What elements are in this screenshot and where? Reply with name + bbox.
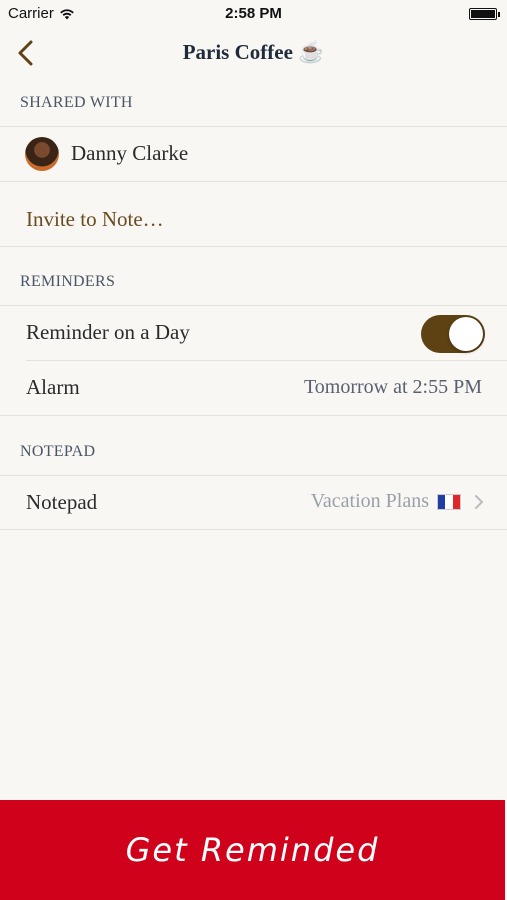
status-time: 2:58 PM <box>225 5 282 22</box>
divider <box>0 529 507 530</box>
reminder-on-day-toggle[interactable] <box>421 315 485 353</box>
notepad-header: NOTEPAD <box>20 443 96 460</box>
reminder-on-day-label: Reminder on a Day <box>26 320 190 344</box>
notepad-value-group: Vacation Plans <box>311 490 485 513</box>
invite-to-note-button[interactable]: Invite to Note… <box>0 193 507 247</box>
divider <box>0 246 507 247</box>
notepad-row[interactable]: Notepad Vacation Plans <box>0 476 507 530</box>
reminders-header: REMINDERS <box>20 273 116 290</box>
battery-icon <box>469 8 500 20</box>
get-reminded-button[interactable]: Get Reminded <box>0 800 505 900</box>
alarm-value: Tomorrow at 2:55 PM <box>303 376 482 398</box>
notepad-label: Notepad <box>26 490 98 514</box>
get-reminded-label: Get Reminded <box>125 831 380 869</box>
page-title: Paris Coffee ☕ <box>182 40 325 64</box>
navigation-bar: Paris Coffee ☕ <box>0 28 507 80</box>
shared-person-row[interactable]: Danny Clarke <box>0 127 507 181</box>
divider <box>0 415 507 416</box>
status-bar: Carrier 2:58 PM <box>0 0 507 28</box>
toggle-knob <box>449 317 483 351</box>
avatar <box>25 137 59 171</box>
france-flag-icon <box>437 493 461 510</box>
shared-with-header: SHARED WITH <box>20 94 133 111</box>
chevron-right-icon <box>475 494 483 509</box>
alarm-label: Alarm <box>26 375 80 399</box>
invite-label: Invite to Note… <box>26 207 164 231</box>
notepad-value: Vacation Plans <box>310 490 429 512</box>
reminder-on-day-row: Reminder on a Day <box>0 306 507 360</box>
divider <box>0 181 507 182</box>
shared-person-name: Danny Clarke <box>71 141 189 165</box>
alarm-row[interactable]: Alarm Tomorrow at 2:55 PM <box>0 361 507 415</box>
